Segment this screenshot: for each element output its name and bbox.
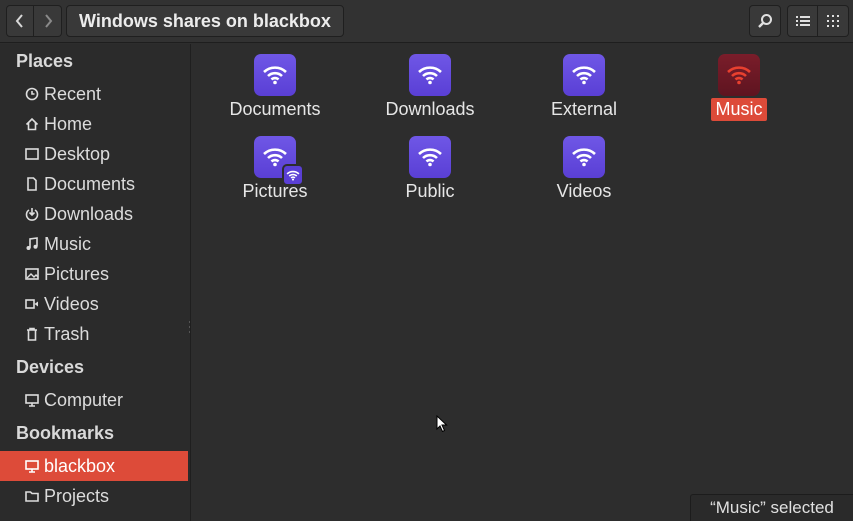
sidebar-item-label: Music xyxy=(44,233,92,254)
sidebar-item-label: Desktop xyxy=(44,143,111,164)
file-item-label: Downloads xyxy=(385,99,475,119)
sidebar-item-label: blackbox xyxy=(44,455,116,476)
file-item-public[interactable]: Public xyxy=(355,136,505,203)
mouse-pointer-icon xyxy=(436,415,448,433)
bookmarks-heading: Bookmarks xyxy=(16,423,115,443)
sidebar-item-label: Recent xyxy=(44,83,102,104)
network-share-icon xyxy=(24,458,40,474)
file-item-label: Documents xyxy=(229,99,321,119)
forward-button[interactable] xyxy=(34,5,62,37)
network-share-icon xyxy=(409,136,451,178)
folder-icon xyxy=(24,488,40,504)
grid-view-icon xyxy=(827,15,839,27)
path-bar-current-location[interactable]: Windows shares on blackbox xyxy=(66,5,344,37)
window-title: Windows shares on blackbox xyxy=(79,10,331,31)
sidebar-item-pictures[interactable]: Pictures xyxy=(0,259,188,289)
pictures-icon xyxy=(24,266,40,282)
file-item-documents[interactable]: Documents xyxy=(200,54,350,121)
sidebar-item-trash[interactable]: Trash xyxy=(0,319,188,349)
file-item-music[interactable]: Music xyxy=(664,54,814,121)
network-share-icon xyxy=(409,54,451,96)
download-icon xyxy=(24,206,40,222)
file-item-downloads[interactable]: Downloads xyxy=(355,54,505,121)
header-bar: Windows shares on blackbox xyxy=(0,0,853,43)
file-item-videos[interactable]: Videos xyxy=(509,136,659,203)
sidebar-item-music[interactable]: Music xyxy=(0,229,188,259)
network-share-icon xyxy=(718,54,760,96)
selection-status: “Music” selected xyxy=(690,494,853,521)
computer-icon xyxy=(24,392,40,408)
home-icon xyxy=(24,116,40,132)
shared-emblem-icon xyxy=(282,164,304,186)
sidebar-item-computer[interactable]: Computer xyxy=(0,385,188,415)
search-button[interactable] xyxy=(749,5,781,37)
trash-icon xyxy=(24,326,40,342)
grid-view-button[interactable] xyxy=(818,5,849,37)
sidebar-item-desktop[interactable]: Desktop xyxy=(0,139,188,169)
music-icon xyxy=(24,236,40,252)
list-view-button[interactable] xyxy=(787,5,818,37)
file-item-external[interactable]: External xyxy=(509,54,659,121)
desktop-icon xyxy=(24,146,40,162)
clock-icon xyxy=(24,86,40,102)
sidebar-item-downloads[interactable]: Downloads xyxy=(0,199,188,229)
sidebar-item-label: Computer xyxy=(44,389,124,410)
file-item-label: Public xyxy=(405,181,455,201)
file-item-label: External xyxy=(550,99,618,119)
sidebar-item-home[interactable]: Home xyxy=(0,109,188,139)
video-icon xyxy=(24,296,40,312)
sidebar: Places Recent Home Desktop Documents Dow… xyxy=(0,44,191,521)
chevron-left-icon xyxy=(15,14,23,28)
sidebar-item-videos[interactable]: Videos xyxy=(0,289,188,319)
sidebar-item-label: Videos xyxy=(44,293,99,314)
status-text: “Music” selected xyxy=(710,498,834,517)
document-icon xyxy=(24,176,40,192)
devices-heading: Devices xyxy=(16,357,85,377)
sidebar-item-projects[interactable]: Projects xyxy=(0,481,188,511)
back-button[interactable] xyxy=(6,5,34,37)
file-item-label: Videos xyxy=(556,181,612,201)
network-share-icon xyxy=(563,54,605,96)
network-share-icon xyxy=(254,136,304,186)
sidebar-item-label: Projects xyxy=(44,485,110,506)
network-share-icon xyxy=(563,136,605,178)
sidebar-item-label: Downloads xyxy=(44,203,134,224)
sidebar-item-label: Home xyxy=(44,113,93,134)
file-item-label: Music xyxy=(711,98,767,121)
chevron-right-icon xyxy=(44,14,52,28)
search-icon xyxy=(758,14,772,28)
sidebar-item-recent[interactable]: Recent xyxy=(0,79,188,109)
sidebar-resize-handle[interactable] xyxy=(188,320,191,334)
sidebar-item-documents[interactable]: Documents xyxy=(0,169,188,199)
sidebar-item-label: Pictures xyxy=(44,263,110,284)
list-view-icon xyxy=(795,16,810,26)
sidebar-item-label: Trash xyxy=(44,323,90,344)
sidebar-item-label: Documents xyxy=(44,173,136,194)
file-item-pictures[interactable]: Pictures xyxy=(200,136,350,203)
file-icon-view[interactable]: Documents Downloads External Music Pictu… xyxy=(192,44,853,521)
network-share-icon xyxy=(254,54,296,96)
sidebar-item-blackbox[interactable]: blackbox xyxy=(0,451,188,481)
places-heading: Places xyxy=(16,51,74,71)
